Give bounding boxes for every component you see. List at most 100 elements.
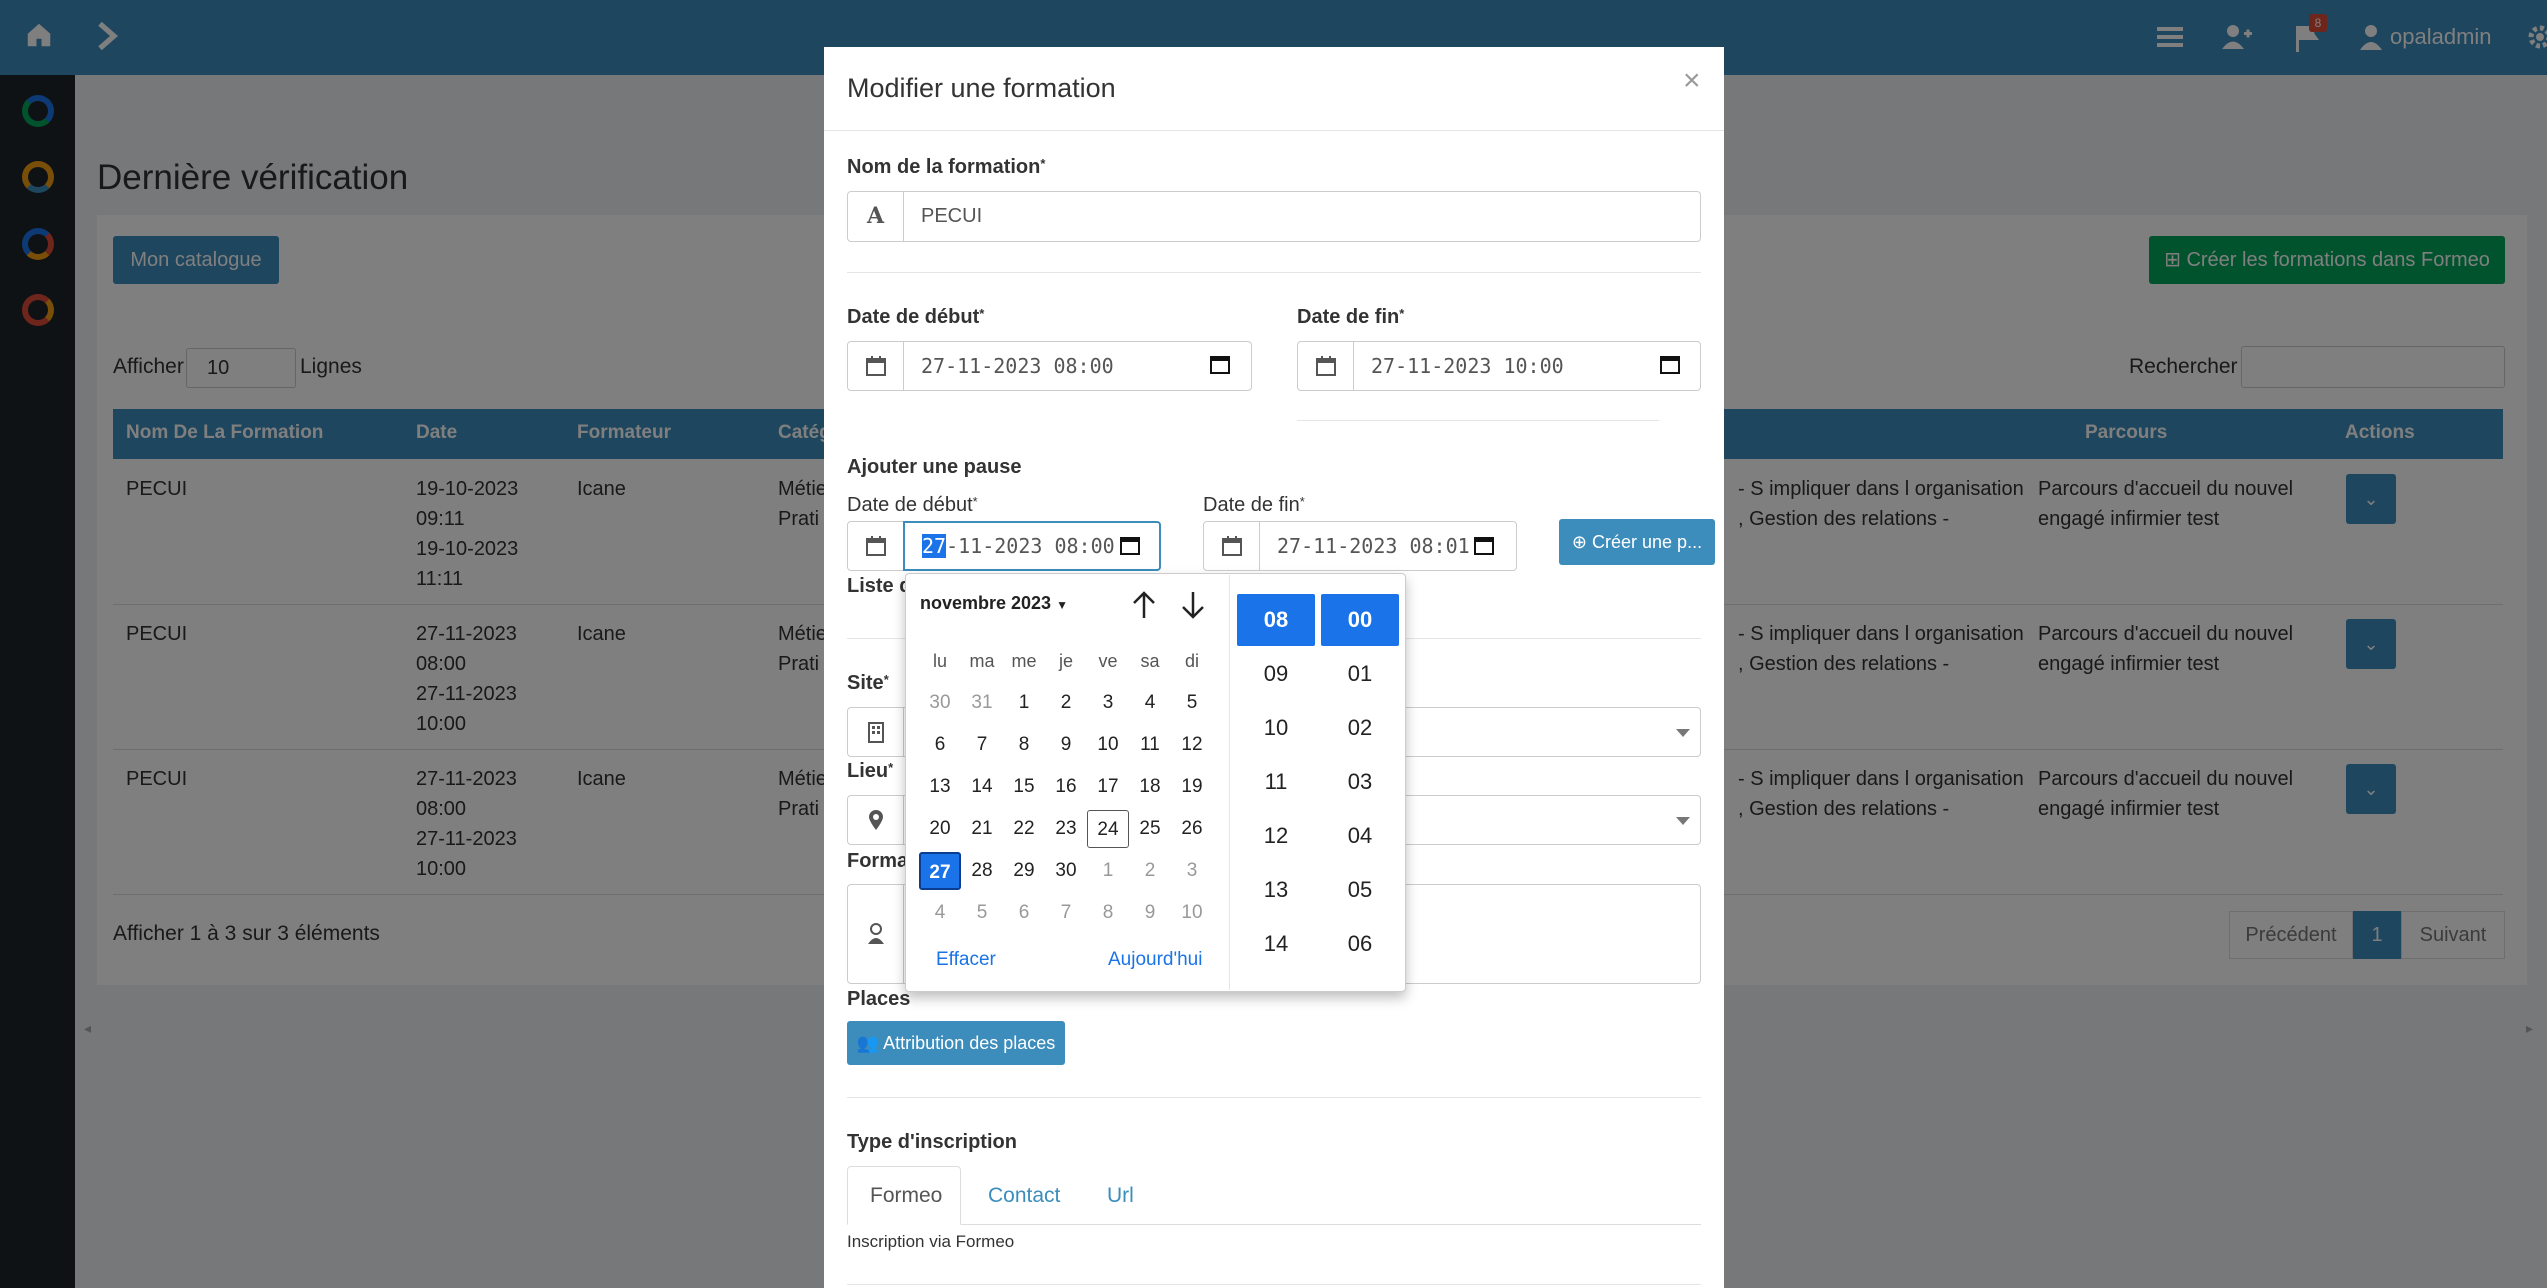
weekday-label: me [1011,651,1037,671]
tab-url[interactable]: Url [1107,1184,1134,1208]
hour-option[interactable]: 12 [1237,810,1315,862]
registration-type-label: Type d'inscription [847,1131,1017,1153]
end-date-label: Date de fin* [1297,306,1405,328]
calendar-day[interactable]: 28 [961,852,1003,890]
calendar-day[interactable]: 6 [919,726,961,764]
name-label: Nom de la formation* [847,156,1046,178]
tab-formeo-label: Formeo [870,1184,943,1207]
assign-places-button[interactable]: 👥 Attribution des places [847,1021,1065,1065]
calendar-day[interactable]: 13 [919,768,961,806]
calendar-picker-icon[interactable] [1120,535,1140,560]
calendar-day[interactable]: 15 [1003,768,1045,806]
modal-close-button[interactable]: × [1683,64,1701,98]
calendar-day[interactable]: 11 [1129,726,1171,764]
minute-option[interactable]: 06 [1321,918,1399,970]
clear-date-button[interactable]: Effacer [936,949,996,971]
weekday-label: di [1184,651,1199,671]
arrow-up-icon[interactable] [1131,590,1157,625]
calendar-day-today[interactable]: 24 [1087,810,1129,848]
pause-end-label: Date de fin* [1203,494,1305,516]
modal-title: Modifier une formation [847,73,1116,103]
calendar-picker-icon[interactable] [1474,535,1494,560]
calendar-day[interactable]: 3 [1171,852,1213,890]
divider [1297,420,1659,421]
formation-name-input[interactable]: PECUI [903,191,1701,242]
hour-option[interactable]: 10 [1237,702,1315,754]
calendar-day[interactable]: 18 [1129,768,1171,806]
scroll-right-icon[interactable]: ▸ [2526,1020,2533,1037]
calendar-day[interactable]: 30 [1045,852,1087,890]
calendar-day[interactable]: 8 [1087,894,1129,932]
arrow-down-icon[interactable] [1180,590,1206,625]
hour-option[interactable]: 09 [1237,648,1315,700]
minute-option[interactable]: 02 [1321,702,1399,754]
calendar-day[interactable]: 9 [1045,726,1087,764]
calendar-day[interactable]: 9 [1129,894,1171,932]
minute-option[interactable]: 05 [1321,864,1399,916]
hour-option[interactable]: 14 [1237,918,1315,970]
calendar-icon [1203,521,1260,571]
calendar-day[interactable]: 6 [1003,894,1045,932]
weekday-label: ma [969,651,995,671]
calendar-icon [847,341,904,391]
calendar-day[interactable]: 3 [1087,684,1129,722]
calendar-day-selected[interactable]: 27 [919,852,961,890]
calendar-day[interactable]: 5 [961,894,1003,932]
weekday-label: ve [1098,651,1118,671]
calendar-day[interactable]: 2 [1129,852,1171,890]
calendar-day[interactable]: 26 [1171,810,1213,848]
weekday-label: lu [932,651,947,671]
calendar-day[interactable]: 29 [1003,852,1045,890]
calendar-day[interactable]: 8 [1003,726,1045,764]
map-marker-icon [847,795,904,845]
minute-option-selected[interactable]: 00 [1321,594,1399,646]
start-date-input[interactable]: 27-11-2023 08:00 [903,341,1252,391]
calendar-day[interactable]: 25 [1129,810,1171,848]
tabs-baseline [847,1224,1701,1225]
minute-option[interactable]: 03 [1321,756,1399,808]
calendar-day[interactable]: 7 [961,726,1003,764]
end-date-input[interactable]: 27-11-2023 10:00 [1353,341,1701,391]
calendar-day[interactable]: 10 [1171,894,1213,932]
weekday-label: je [1058,651,1073,671]
calendar-day[interactable]: 12 [1171,726,1213,764]
chevron-down-icon [1676,817,1690,825]
chevron-down-icon [1676,729,1690,737]
scroll-left-icon[interactable]: ◂ [84,1020,91,1037]
minute-option[interactable]: 04 [1321,810,1399,862]
calendar-picker-icon[interactable] [1660,354,1680,379]
hour-option[interactable]: 13 [1237,864,1315,916]
hour-option-selected[interactable]: 08 [1237,594,1315,646]
caret-down-icon: ▼ [1056,598,1068,612]
calendar-day[interactable]: 4 [919,894,961,932]
today-button[interactable]: Aujourd'hui [1108,949,1202,971]
calendar-day[interactable]: 31 [961,684,1003,722]
calendar-day[interactable]: 16 [1045,768,1087,806]
user-tie-icon [847,884,904,984]
calendar-day[interactable]: 7 [1045,894,1087,932]
divider [847,1284,1701,1285]
pause-section-title: Ajouter une pause [847,456,1022,478]
tab-contact[interactable]: Contact [988,1184,1060,1208]
calendar-day[interactable]: 19 [1171,768,1213,806]
calendar-day[interactable]: 21 [961,810,1003,848]
calendar-day[interactable]: 23 [1045,810,1087,848]
minute-option[interactable]: 01 [1321,648,1399,700]
calendar-day[interactable]: 20 [919,810,961,848]
calendar-day[interactable]: 14 [961,768,1003,806]
calendar-day[interactable]: 2 [1045,684,1087,722]
calendar-day[interactable]: 1 [1003,684,1045,722]
calendar-day[interactable]: 1 [1087,852,1129,890]
calendar-day[interactable]: 10 [1087,726,1129,764]
calendar-picker-icon[interactable] [1210,354,1230,379]
calendar-day[interactable]: 17 [1087,768,1129,806]
calendar-day[interactable]: 5 [1171,684,1213,722]
calendar-day[interactable]: 22 [1003,810,1045,848]
month-selector[interactable]: novembre 2023 ▼ [920,593,1068,614]
create-pause-button[interactable]: ⊕ Créer une p... [1559,519,1715,565]
hour-option[interactable]: 11 [1237,756,1315,808]
calendar-day[interactable]: 4 [1129,684,1171,722]
users-icon: 👥 [856,1033,884,1053]
calendar-icon [847,521,904,571]
calendar-day[interactable]: 30 [919,684,961,722]
